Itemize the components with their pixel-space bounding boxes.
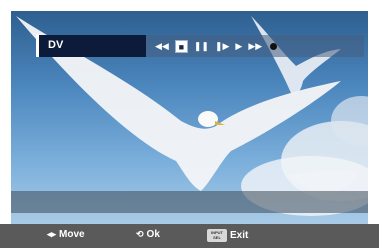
- playback-osd-bar: DV ◀◀ ■ ❚❚ ❚▶ ▶ ▶▶: [36, 35, 364, 57]
- record-icon[interactable]: [270, 42, 278, 50]
- step-icon[interactable]: ❚▶: [215, 38, 229, 54]
- move-label: Move: [59, 229, 85, 240]
- input-sel-key-icon: INPUT SEL: [207, 229, 227, 242]
- source-indicator: DV: [36, 35, 146, 57]
- move-hint: ◂▸ Move: [47, 229, 85, 240]
- fast-forward-icon[interactable]: ▶▶: [248, 38, 262, 54]
- playback-controls: ◀◀ ■ ❚❚ ❚▶ ▶ ▶▶: [155, 38, 278, 54]
- ok-hint: ⟲ Ok: [136, 229, 160, 240]
- exit-label: Exit: [230, 230, 249, 241]
- ok-label: Ok: [146, 229, 160, 240]
- footer-help-bar: ◂▸ Move ⟲ Ok INPUT SEL Exit: [0, 224, 379, 248]
- play-icon[interactable]: ▶: [235, 38, 242, 54]
- video-screen: DV ◀◀ ■ ❚❚ ❚▶ ▶ ▶▶: [11, 11, 368, 224]
- rewind-icon[interactable]: ◀◀: [155, 38, 169, 54]
- pause-icon[interactable]: ❚❚: [194, 38, 209, 54]
- info-band: [11, 191, 368, 213]
- input-key-line2: SEL: [213, 235, 221, 240]
- source-label: DV: [48, 39, 64, 51]
- stop-icon[interactable]: ■: [174, 39, 188, 53]
- exit-hint: INPUT SEL Exit: [207, 229, 248, 242]
- enter-icon: ⟲: [136, 229, 144, 239]
- left-right-arrows-icon: ◂▸: [47, 229, 57, 239]
